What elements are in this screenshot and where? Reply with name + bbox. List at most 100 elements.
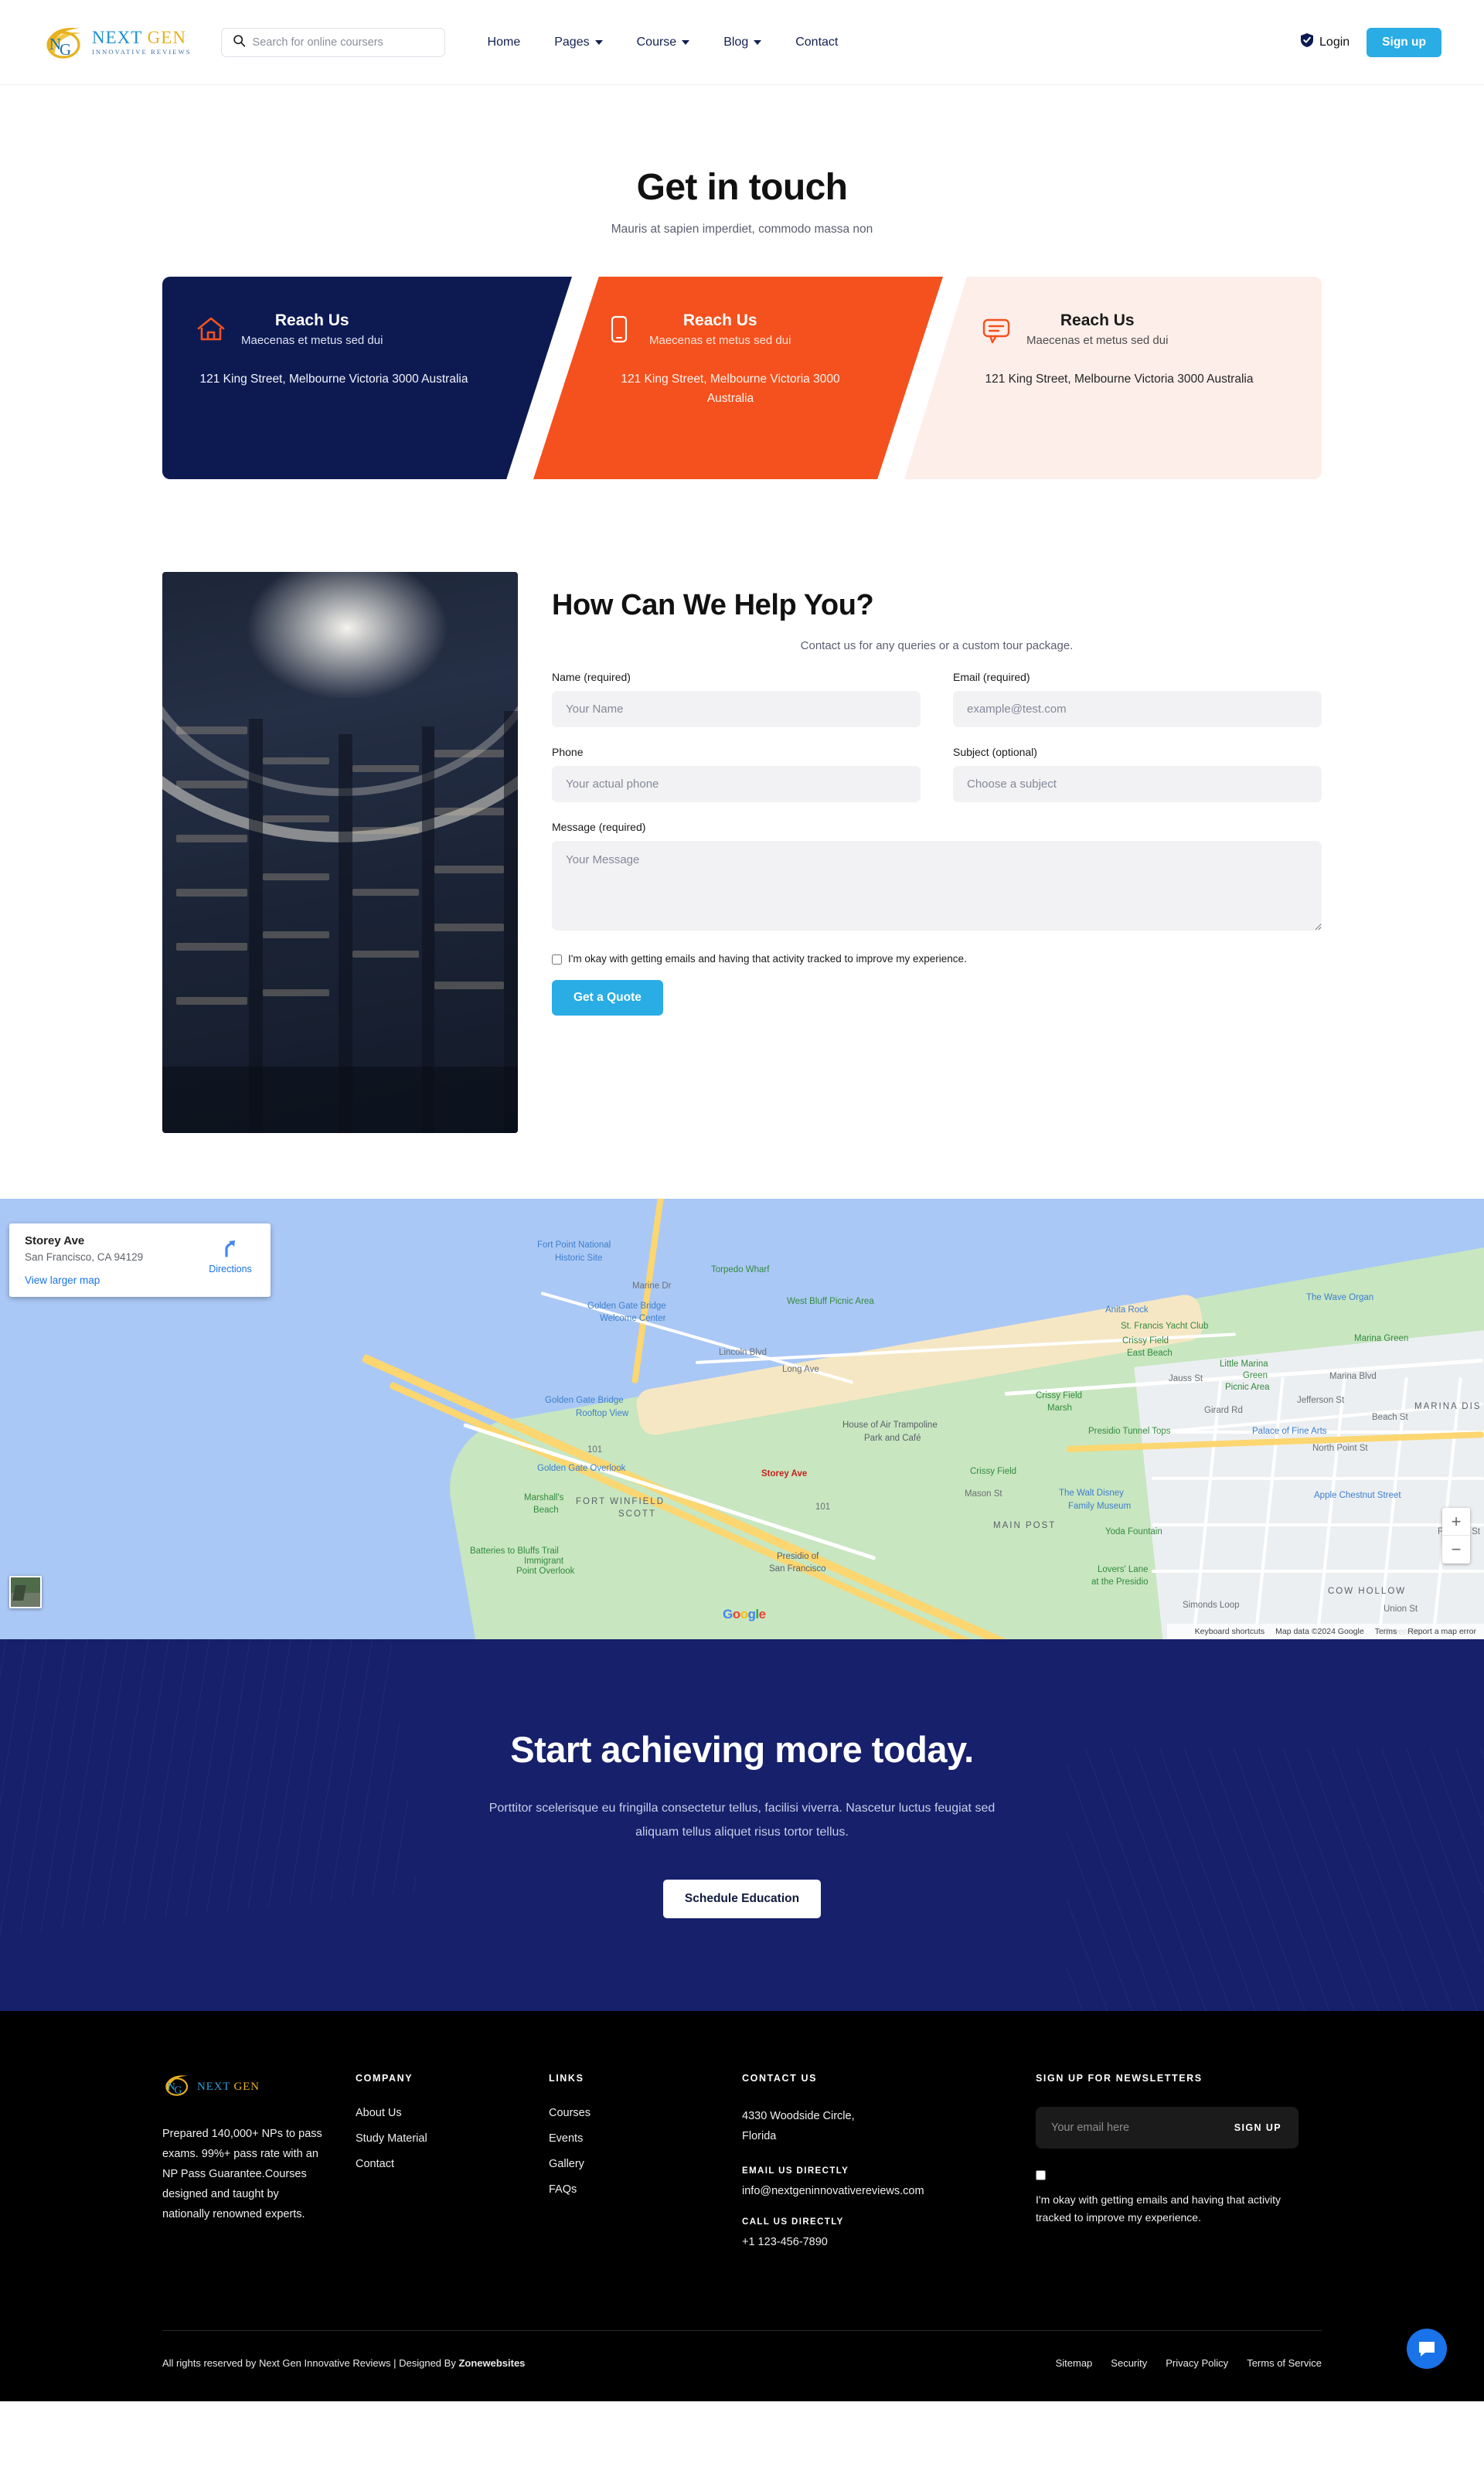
footer-email-value[interactable]: info@nextgeninnovativereviews.com [742, 2185, 1036, 2197]
search-box[interactable] [220, 27, 445, 57]
zoom-out-button[interactable]: − [1442, 1536, 1470, 1564]
help-title: How Can We Help You? [552, 589, 874, 621]
footer-call-heading: CALL US DIRECTLY [742, 2217, 844, 2227]
view-larger-map-link[interactable]: View larger map [25, 1274, 203, 1286]
message-textarea[interactable] [552, 841, 1322, 931]
footer-link-privacy-policy[interactable]: Privacy Policy [1166, 2357, 1228, 2369]
footer-link-terms-of-service[interactable]: Terms of Service [1247, 2357, 1322, 2369]
newsletter-input-box[interactable]: SIGN UP [1036, 2107, 1298, 2149]
card-desc: Maecenas et metus sed dui [1026, 334, 1169, 348]
chevron-down-icon [754, 39, 762, 45]
map-label: West Bluff Picnic Area [787, 1297, 874, 1306]
map-label: Golden Gate Overlook [537, 1464, 626, 1473]
nav-item-pages[interactable]: Pages [554, 36, 603, 49]
shield-check-icon [1301, 33, 1314, 51]
keyboard-shortcuts-link[interactable]: Keyboard shortcuts [1195, 1627, 1264, 1636]
footer-logo-gen: GEN [233, 2081, 260, 2094]
nav-item-blog[interactable]: Blog [723, 36, 762, 49]
footer-links-column: LINKS Courses Events Gallery FAQs [549, 2073, 742, 2268]
map-zoom-controls[interactable]: + − [1442, 1508, 1470, 1564]
reach-us-card-phone[interactable]: Reach Us Maecenas et metus sed dui 121 K… [533, 277, 943, 479]
chevron-down-icon [594, 39, 603, 45]
signup-button[interactable]: Sign up [1367, 27, 1441, 57]
footer-company-column: COMPANY About Us Study Material Contact [356, 2073, 549, 2268]
map-label: Marine Dr [632, 1281, 672, 1291]
google-map[interactable]: Fort Point National Historic Site Torpedo … [0, 1199, 1484, 1639]
search-input[interactable] [252, 36, 434, 49]
phone-input[interactable] [552, 766, 921, 802]
logo-text-gen: GEN [147, 28, 186, 48]
terms-link[interactable]: Terms [1375, 1627, 1397, 1636]
card-desc: Maecenas et metus sed dui [241, 334, 383, 348]
map-label: Torpedo Wharf [711, 1265, 770, 1274]
card-address: 121 King Street, Melbourne Victoria 3000… [199, 373, 468, 386]
footer-link-events[interactable]: Events [549, 2132, 742, 2145]
zoom-in-button[interactable]: + [1442, 1508, 1470, 1536]
login-button[interactable]: Login [1301, 33, 1350, 51]
copyright-brand[interactable]: Zonewebsites [458, 2357, 525, 2369]
map-card-title: Storey Ave [25, 1234, 85, 1247]
map-street-view-thumbnail[interactable] [9, 1576, 42, 1608]
footer-link-study-material[interactable]: Study Material [356, 2132, 549, 2145]
map-label: The Walt Disney [1059, 1489, 1124, 1498]
map-label: North Point St [1312, 1444, 1368, 1453]
nav-item-contact[interactable]: Contact [795, 36, 838, 49]
nav-label: Course [636, 35, 677, 49]
reach-us-card-address[interactable]: Reach Us Maecenas et metus sed dui 121 K… [162, 277, 572, 479]
footer-address: 4330 Woodside Circle, Florida [742, 2110, 855, 2142]
footer-link-gallery[interactable]: Gallery [549, 2158, 742, 2170]
map-label: Picnic Area [1225, 1383, 1270, 1392]
map-label: Marsh [1047, 1404, 1072, 1413]
map-label: Palace of Fine Arts [1252, 1427, 1327, 1436]
cta-title: Start achieving more today. [510, 1729, 974, 1770]
map-info-card[interactable]: Storey Ave San Francisco, CA 94129 View … [9, 1223, 271, 1297]
login-label: Login [1319, 35, 1350, 49]
footer-link-contact[interactable]: Contact [356, 2158, 549, 2170]
map-label: Marina Blvd [1329, 1372, 1377, 1381]
card-title: Reach Us [682, 311, 757, 329]
consent-label: I'm okay with getting emails and having … [568, 953, 967, 965]
map-label: Jauss St [1169, 1374, 1203, 1383]
footer-logo[interactable]: N G NEXT GEN [162, 2073, 356, 2101]
map-label: St. Francis Yacht Club [1121, 1322, 1209, 1331]
name-input[interactable] [552, 691, 921, 727]
newsletter-email-input[interactable] [1051, 2122, 1234, 2135]
page-subtitle: Mauris at sapien imperdiet, commodo mass… [611, 223, 873, 236]
cta-text: Porttitor scelerisque eu fringilla conse… [488, 1802, 996, 1839]
chevron-down-icon [682, 39, 690, 45]
consent-row[interactable]: I'm okay with getting emails and having … [552, 953, 1322, 965]
card-address: 121 King Street, Melbourne Victoria 3000… [985, 373, 1254, 386]
consent-checkbox[interactable] [552, 954, 562, 965]
footer-link-security[interactable]: Security [1111, 2357, 1147, 2369]
map-label: San Francisco [769, 1564, 826, 1574]
map-label: Anita Rock [1105, 1305, 1149, 1315]
header-actions: Login Sign up [1301, 27, 1441, 57]
nav-item-home[interactable]: Home [488, 36, 521, 49]
footer-link-faqs[interactable]: FAQs [549, 2183, 742, 2196]
get-a-quote-button[interactable]: Get a Quote [552, 980, 663, 1016]
directions-button[interactable]: Directions [203, 1234, 258, 1274]
newsletter-consent-checkbox[interactable] [1036, 2170, 1046, 2181]
footer-link-sitemap[interactable]: Sitemap [1056, 2357, 1093, 2369]
newsletter-consent-row[interactable]: I'm okay with getting emails and having … [1036, 2170, 1322, 2226]
subject-input[interactable] [953, 766, 1322, 802]
map-label: Union St [1384, 1604, 1418, 1614]
phone-field-group: Phone [552, 746, 921, 802]
schedule-education-button[interactable]: Schedule Education [662, 1880, 822, 1919]
report-map-error-link[interactable]: Report a map error [1407, 1627, 1476, 1636]
footer-link-about-us[interactable]: About Us [356, 2107, 549, 2119]
message-label: Message (required) [552, 821, 646, 833]
map-label: at the Presidio [1091, 1577, 1149, 1587]
newsletter-signup-button[interactable]: SIGN UP [1234, 2122, 1281, 2133]
newsletter-consent-label: I'm okay with getting emails and having … [1036, 2193, 1281, 2224]
map-label: 101 [815, 1502, 831, 1512]
footer-phone-value[interactable]: +1 123-456-7890 [742, 2236, 1036, 2248]
site-logo[interactable]: N G NEXT GEN INNOVATIVE REVIEWS [43, 24, 192, 61]
map-label: FORT WINFIELD [576, 1497, 665, 1506]
chat-fab-icon[interactable] [1407, 2329, 1447, 2370]
reach-us-card-message[interactable]: Reach Us Maecenas et metus sed dui 121 K… [904, 277, 1322, 479]
nav-item-course[interactable]: Course [637, 36, 690, 49]
map-label: 101 [587, 1445, 603, 1455]
email-input[interactable] [953, 691, 1322, 727]
footer-link-courses[interactable]: Courses [549, 2107, 742, 2119]
